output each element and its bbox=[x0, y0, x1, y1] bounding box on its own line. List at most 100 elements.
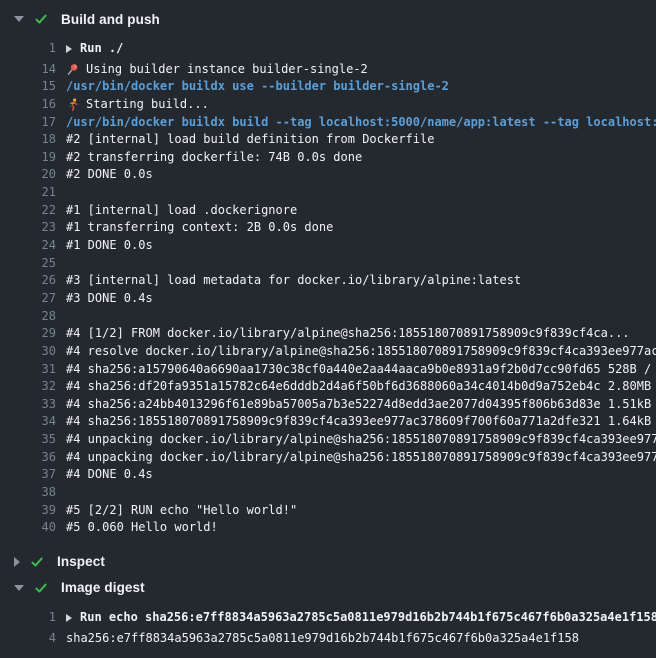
section-body: 1 Run ./ 14 Using builder instance build… bbox=[0, 40, 656, 537]
line-number[interactable]: 17 bbox=[0, 114, 56, 132]
section-build-and-push: Build and push 1 Run ./ 14 Using builder… bbox=[0, 6, 656, 537]
line-content: #4 [1/2] FROM docker.io/library/alpine@s… bbox=[66, 325, 630, 343]
log-line: 23 #1 transferring context: 2B 0.0s done bbox=[0, 219, 656, 237]
line-number[interactable]: 27 bbox=[0, 290, 56, 308]
log-line: 40 #5 0.060 Hello world! bbox=[0, 519, 656, 537]
line-content: sha256:e7ff8834a5963a2785c5a0811e979d16b… bbox=[66, 630, 579, 648]
line-number[interactable]: 33 bbox=[0, 396, 56, 414]
line-number[interactable]: 32 bbox=[0, 378, 56, 396]
line-number[interactable]: 39 bbox=[0, 502, 56, 520]
log-line: 22 #1 [internal] load .dockerignore bbox=[0, 202, 656, 220]
log-line: 21 bbox=[0, 184, 656, 202]
section-image-digest: Image digest 1 Run echo sha256:e7ff8834a… bbox=[0, 575, 656, 647]
line-content: #5 [2/2] RUN echo "Hello world!" bbox=[66, 502, 297, 520]
line-number[interactable]: 37 bbox=[0, 466, 56, 484]
line-content: #3 DONE 0.4s bbox=[66, 290, 153, 308]
line-number[interactable]: 19 bbox=[0, 149, 56, 167]
line-text: #4 resolve docker.io/library/alpine@sha2… bbox=[66, 343, 656, 361]
line-content: #1 [internal] load .dockerignore bbox=[66, 202, 297, 220]
chevron-icon[interactable] bbox=[14, 557, 20, 567]
line-number[interactable]: 25 bbox=[0, 255, 56, 273]
line-content: #4 sha256:185518070891758909c9f839cf4ca3… bbox=[66, 413, 656, 431]
line-content: #2 [internal] load build definition from… bbox=[66, 131, 434, 149]
line-text: #2 [internal] load build definition from… bbox=[66, 131, 434, 149]
line-content: #5 0.060 Hello world! bbox=[66, 519, 218, 537]
group-expand-icon[interactable] bbox=[66, 45, 72, 53]
group-expand-icon[interactable] bbox=[66, 614, 72, 622]
line-text: #5 0.060 Hello world! bbox=[66, 519, 218, 537]
line-number[interactable]: 24 bbox=[0, 237, 56, 255]
section-title: Build and push bbox=[61, 12, 160, 27]
line-content: #3 [internal] load metadata for docker.i… bbox=[66, 272, 521, 290]
line-number[interactable]: 16 bbox=[0, 96, 56, 114]
line-number[interactable]: 23 bbox=[0, 219, 56, 237]
log-line: 18 #2 [internal] load build definition f… bbox=[0, 131, 656, 149]
line-number[interactable]: 28 bbox=[0, 308, 56, 326]
line-number[interactable]: 4 bbox=[0, 630, 56, 648]
line-text: Run ./ bbox=[80, 40, 123, 58]
line-text: #5 [2/2] RUN echo "Hello world!" bbox=[66, 502, 297, 520]
line-number[interactable]: 38 bbox=[0, 484, 56, 502]
log-line: 33 #4 sha256:a24bb4013296f61e89ba57005a7… bbox=[0, 396, 656, 414]
log-line: 32 #4 sha256:df20fa9351a15782c64e6dddb2d… bbox=[0, 378, 656, 396]
log-line: 17 /usr/bin/docker buildx build --tag lo… bbox=[0, 114, 656, 132]
line-content: Run ./ bbox=[66, 40, 123, 58]
line-number[interactable]: 35 bbox=[0, 431, 56, 449]
line-text: #3 [internal] load metadata for docker.i… bbox=[66, 272, 521, 290]
log-line: 30 #4 resolve docker.io/library/alpine@s… bbox=[0, 343, 656, 361]
line-number[interactable]: 31 bbox=[0, 361, 56, 379]
line-content: #4 sha256:a24bb4013296f61e89ba57005a7b3e… bbox=[66, 396, 656, 414]
section-header[interactable]: Inspect bbox=[0, 549, 656, 575]
line-text: #4 sha256:185518070891758909c9f839cf4ca3… bbox=[66, 413, 656, 431]
line-content: #4 resolve docker.io/library/alpine@sha2… bbox=[66, 343, 656, 361]
line-text: #4 sha256:df20fa9351a15782c64e6dddb2d4a6… bbox=[66, 378, 656, 396]
chevron-icon[interactable] bbox=[14, 585, 24, 591]
check-icon bbox=[29, 554, 45, 570]
line-content: #2 DONE 0.0s bbox=[66, 166, 153, 184]
chevron-icon[interactable] bbox=[14, 16, 24, 22]
log-line: 20 #2 DONE 0.0s bbox=[0, 166, 656, 184]
log-line: 37 #4 DONE 0.4s bbox=[0, 466, 656, 484]
line-text: #4 sha256:a15790640a6690aa1730c38cf0a440… bbox=[66, 361, 656, 379]
line-number[interactable]: 1 bbox=[0, 609, 56, 627]
log-line: 28 bbox=[0, 308, 656, 326]
log-line: 4 sha256:e7ff8834a5963a2785c5a0811e979d1… bbox=[0, 630, 656, 648]
section-header[interactable]: Build and push bbox=[0, 6, 656, 32]
line-content: Using builder instance builder-single-2 bbox=[66, 61, 368, 79]
log-line: 35 #4 unpacking docker.io/library/alpine… bbox=[0, 431, 656, 449]
line-number[interactable]: 18 bbox=[0, 131, 56, 149]
log-line: 14 Using builder instance builder-single… bbox=[0, 61, 656, 79]
line-content: #4 sha256:df20fa9351a15782c64e6dddb2d4a6… bbox=[66, 378, 656, 396]
line-text: Using builder instance builder-single-2 bbox=[86, 61, 368, 79]
section-body: 1 Run echo sha256:e7ff8834a5963a2785c5a0… bbox=[0, 609, 656, 647]
line-text: /usr/bin/docker buildx use --builder bui… bbox=[66, 78, 449, 96]
log-line: 16 Starting build... bbox=[0, 96, 656, 114]
line-number[interactable]: 21 bbox=[0, 184, 56, 202]
log-line: 25 bbox=[0, 255, 656, 273]
log-line: 39 #5 [2/2] RUN echo "Hello world!" bbox=[0, 502, 656, 520]
log-line: 36 #4 unpacking docker.io/library/alpine… bbox=[0, 449, 656, 467]
line-number[interactable]: 22 bbox=[0, 202, 56, 220]
line-number[interactable]: 40 bbox=[0, 519, 56, 537]
line-content: Starting build... bbox=[66, 96, 209, 114]
line-number[interactable]: 34 bbox=[0, 413, 56, 431]
line-content: #1 DONE 0.0s bbox=[66, 237, 153, 255]
log-line: 19 #2 transferring dockerfile: 74B 0.0s … bbox=[0, 149, 656, 167]
line-number[interactable]: 1 bbox=[0, 40, 56, 58]
line-content: #4 unpacking docker.io/library/alpine@sh… bbox=[66, 449, 656, 467]
line-number[interactable]: 20 bbox=[0, 166, 56, 184]
line-number[interactable]: 30 bbox=[0, 343, 56, 361]
section-header[interactable]: Image digest bbox=[0, 575, 656, 601]
line-number[interactable]: 26 bbox=[0, 272, 56, 290]
line-content: /usr/bin/docker buildx use --builder bui… bbox=[66, 78, 449, 96]
line-text: #4 sha256:a24bb4013296f61e89ba57005a7b3e… bbox=[66, 396, 656, 414]
line-content: #1 transferring context: 2B 0.0s done bbox=[66, 219, 333, 237]
line-number[interactable]: 15 bbox=[0, 78, 56, 96]
line-number[interactable]: 14 bbox=[0, 61, 56, 79]
line-number[interactable]: 29 bbox=[0, 325, 56, 343]
line-text: Starting build... bbox=[86, 96, 209, 114]
line-text: #1 [internal] load .dockerignore bbox=[66, 202, 297, 220]
line-text: #3 DONE 0.4s bbox=[66, 290, 153, 308]
line-number[interactable]: 36 bbox=[0, 449, 56, 467]
log-line: 27 #3 DONE 0.4s bbox=[0, 290, 656, 308]
